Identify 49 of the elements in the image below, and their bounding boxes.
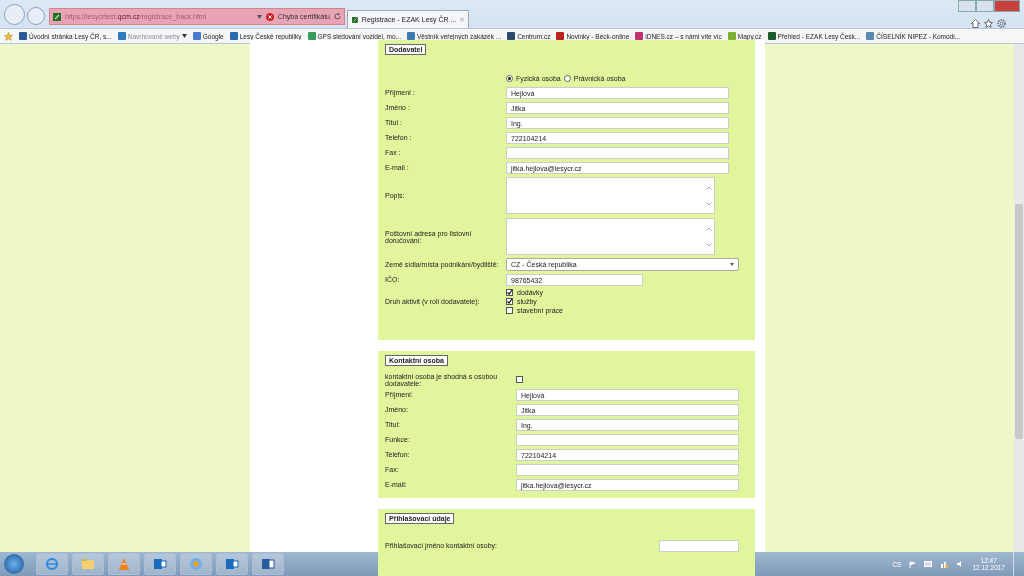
caret-icon <box>181 34 187 38</box>
input-field[interactable] <box>659 539 739 552</box>
browser-icon <box>45 557 59 571</box>
cone-icon <box>117 557 131 571</box>
input-field[interactable] <box>516 463 739 476</box>
caret-icon[interactable] <box>256 14 262 19</box>
scroll-down-icon <box>706 242 712 248</box>
leaf-icon <box>352 15 358 24</box>
scroll-up-icon <box>706 226 712 232</box>
input-field[interactable] <box>506 146 729 159</box>
maximize-button[interactable] <box>976 0 994 12</box>
radio-button[interactable] <box>506 74 513 82</box>
caret-icon <box>730 263 734 266</box>
checkbox[interactable] <box>516 376 523 383</box>
monitor-icon[interactable] <box>924 560 933 568</box>
refresh-icon[interactable] <box>334 13 341 20</box>
network-icon[interactable] <box>940 560 949 568</box>
radio-button[interactable] <box>563 74 571 82</box>
text-area[interactable] <box>506 218 715 255</box>
start-button[interactable] <box>4 554 24 574</box>
settings-icon[interactable] <box>996 19 1006 28</box>
star-icon[interactable] <box>983 19 993 28</box>
folder-icon <box>81 557 95 571</box>
forward-button[interactable] <box>27 7 45 25</box>
scroll-down-icon <box>706 201 712 207</box>
close-icon[interactable] <box>460 17 464 22</box>
mail-icon <box>153 557 167 571</box>
text-area[interactable] <box>506 177 715 214</box>
checkbox[interactable] <box>506 307 513 314</box>
document-icon <box>261 557 275 571</box>
taskbar-button[interactable] <box>144 553 176 575</box>
checkbox[interactable] <box>506 289 513 296</box>
taskbar-button[interactable] <box>216 553 248 575</box>
input-field[interactable] <box>516 433 739 446</box>
flag-icon[interactable] <box>909 560 917 568</box>
globe-icon <box>189 557 203 571</box>
scrollbar[interactable] <box>1014 44 1024 552</box>
leaf-icon <box>53 12 61 21</box>
star-icon[interactable] <box>4 31 13 41</box>
checkbox[interactable] <box>506 298 513 305</box>
taskbar-button[interactable] <box>252 553 284 575</box>
close-button[interactable] <box>994 0 1020 12</box>
scroll-up-icon <box>706 185 712 191</box>
home-icon[interactable] <box>970 19 980 28</box>
back-button[interactable] <box>4 4 25 25</box>
minimize-button[interactable] <box>958 0 976 12</box>
error-icon <box>265 12 274 21</box>
mail-icon <box>225 557 239 571</box>
scroll-thumb[interactable] <box>1015 204 1023 439</box>
